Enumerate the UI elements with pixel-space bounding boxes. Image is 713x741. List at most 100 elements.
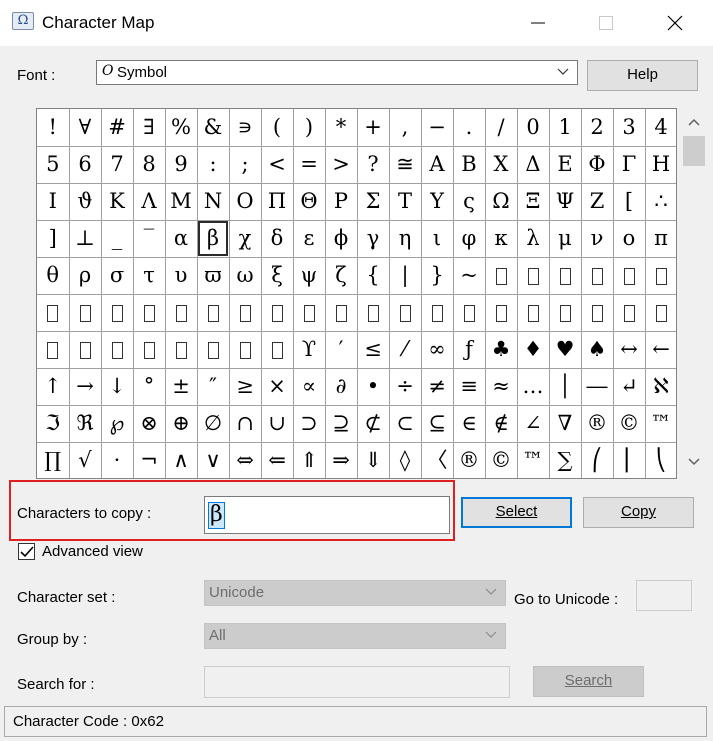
character-cell[interactable]: □ bbox=[612, 256, 646, 295]
character-cell[interactable]: ♣ bbox=[484, 330, 518, 369]
character-cell[interactable]: □ bbox=[196, 293, 230, 332]
character-cell[interactable]: ∞ bbox=[420, 330, 454, 369]
advanced-view-label[interactable]: Advanced view bbox=[42, 543, 143, 560]
character-cell[interactable]: ♥ bbox=[548, 330, 582, 369]
character-cell[interactable]: ⊂ bbox=[388, 404, 422, 443]
character-cell[interactable]: α bbox=[164, 219, 198, 258]
character-cell[interactable]: ↑ bbox=[37, 367, 70, 406]
character-cell[interactable]: ⊗ bbox=[132, 404, 166, 443]
character-cell[interactable]: ⇔ bbox=[228, 441, 262, 478]
character-cell[interactable]: ⇒ bbox=[324, 441, 358, 478]
character-cell[interactable]: σ bbox=[100, 256, 134, 295]
character-cell[interactable]: Ι bbox=[37, 182, 70, 221]
character-grid[interactable]: ! ∀ # ∃% & ∍() * +, −./0 1 2 3 4 5 6 7 8 9:; < = >? ≅ Α Β Χ Δ Ε Φ Γ Η… bbox=[36, 108, 677, 479]
title-bar[interactable]: Ω Character Map bbox=[0, 0, 713, 46]
character-cell[interactable]: □ bbox=[100, 330, 134, 369]
character-cell[interactable]: ® bbox=[580, 404, 614, 443]
character-cell[interactable]: √ bbox=[68, 441, 102, 478]
character-cell[interactable]: Α bbox=[420, 145, 454, 184]
character-cell[interactable]: ϕ bbox=[324, 219, 358, 258]
character-cell[interactable]: │ bbox=[548, 367, 582, 406]
character-cell[interactable]: ℵ bbox=[644, 367, 676, 406]
character-cell[interactable]: , bbox=[388, 109, 422, 147]
character-cell[interactable]: ⎝ bbox=[644, 441, 676, 478]
character-cell[interactable]: ⋅ bbox=[100, 441, 134, 478]
character-cell[interactable]: Ω bbox=[484, 182, 518, 221]
character-cell[interactable]: © bbox=[612, 404, 646, 443]
character-cell[interactable]: □ bbox=[228, 330, 262, 369]
character-cell[interactable]: ∩ bbox=[228, 404, 262, 443]
character-cell[interactable]: η bbox=[388, 219, 422, 258]
character-cell[interactable]: → bbox=[68, 367, 102, 406]
character-cell[interactable]: υ bbox=[164, 256, 198, 295]
character-cell[interactable]: ⇑ bbox=[292, 441, 326, 478]
character-cell[interactable]: □ bbox=[388, 293, 422, 332]
grid-scrollbar[interactable] bbox=[678, 108, 710, 479]
character-cell[interactable]: ϑ bbox=[68, 182, 102, 221]
character-cell[interactable]: □ bbox=[132, 293, 166, 332]
copy-button[interactable]: Copy bbox=[583, 497, 694, 528]
character-cell[interactable]: ϒ bbox=[292, 330, 326, 369]
character-cell[interactable]: ∏ bbox=[37, 441, 70, 478]
character-cell[interactable]: ∨ bbox=[196, 441, 230, 478]
character-cell[interactable]: ω bbox=[228, 256, 262, 295]
character-cell[interactable]: ∍ bbox=[228, 109, 262, 147]
character-cell[interactable]: ? bbox=[356, 145, 390, 184]
character-cell[interactable]: ™ bbox=[644, 404, 676, 443]
character-cell[interactable]: ∧ bbox=[164, 441, 198, 478]
character-cell[interactable]: 4 bbox=[644, 109, 676, 147]
character-cell[interactable]: ν bbox=[580, 219, 614, 258]
character-cell[interactable]: □ bbox=[452, 293, 486, 332]
character-cell[interactable]: □ bbox=[612, 293, 646, 332]
character-cell[interactable]: ⊆ bbox=[420, 404, 454, 443]
character-cell[interactable]: □ bbox=[228, 293, 262, 332]
character-cell[interactable]: ≅ bbox=[388, 145, 422, 184]
character-cell[interactable]: ℑ bbox=[37, 404, 70, 443]
character-cell[interactable]: □ bbox=[548, 293, 582, 332]
character-cell[interactable]: γ bbox=[356, 219, 390, 258]
character-cell[interactable]: … bbox=[516, 367, 550, 406]
character-cell[interactable]: 1 bbox=[548, 109, 582, 147]
character-cell[interactable]: □ bbox=[100, 293, 134, 332]
character-cell[interactable]: ¬ bbox=[132, 441, 166, 478]
character-cell[interactable]: ο bbox=[612, 219, 646, 258]
character-cell[interactable]: ± bbox=[164, 367, 198, 406]
character-cell[interactable]: 7 bbox=[100, 145, 134, 184]
character-cell[interactable]: ⎛ bbox=[580, 441, 614, 478]
character-cell[interactable]: 0 bbox=[516, 109, 550, 147]
character-cell[interactable]: ↵ bbox=[612, 367, 646, 406]
character-cell[interactable]: ⊄ bbox=[356, 404, 390, 443]
character-cell[interactable]: ≤ bbox=[356, 330, 390, 369]
character-cell[interactable]: ∇ bbox=[548, 404, 582, 443]
character-cell[interactable]: ♦ bbox=[516, 330, 550, 369]
character-cell[interactable]: 5 bbox=[37, 145, 70, 184]
character-cell[interactable]: □ bbox=[37, 330, 70, 369]
character-cell[interactable]: ― bbox=[580, 367, 614, 406]
character-cell[interactable]: < bbox=[260, 145, 294, 184]
character-cell[interactable]: ≥ bbox=[228, 367, 262, 406]
character-cell[interactable]: ( bbox=[260, 109, 294, 147]
character-cell[interactable]: ⊥ bbox=[68, 219, 102, 258]
character-cell[interactable]: ↔ bbox=[612, 330, 646, 369]
font-dropdown[interactable]: O Symbol bbox=[96, 60, 578, 85]
character-cell[interactable]: • bbox=[356, 367, 390, 406]
characters-to-copy-input[interactable]: β bbox=[204, 496, 450, 534]
character-cell[interactable]: □ bbox=[132, 330, 166, 369]
character-cell[interactable]: ϖ bbox=[196, 256, 230, 295]
character-cell[interactable]: ζ bbox=[324, 256, 358, 295]
character-cell[interactable]: ⊃ bbox=[292, 404, 326, 443]
character-cell[interactable]: ∝ bbox=[292, 367, 326, 406]
character-cell[interactable]: ÷ bbox=[388, 367, 422, 406]
minimize-button[interactable] bbox=[515, 0, 561, 46]
character-cell[interactable]: 2 bbox=[580, 109, 614, 147]
character-cell[interactable]: □ bbox=[516, 293, 550, 332]
character-cell[interactable]: ι bbox=[420, 219, 454, 258]
character-cell[interactable]: ∠ bbox=[516, 404, 550, 443]
character-cell[interactable]: 3 bbox=[612, 109, 646, 147]
character-cell[interactable]: ≈ bbox=[484, 367, 518, 406]
character-cell[interactable]: ) bbox=[292, 109, 326, 147]
character-cell[interactable]: ∃ bbox=[132, 109, 166, 147]
character-cell[interactable]: θ bbox=[37, 256, 70, 295]
character-cell[interactable]: ∈ bbox=[452, 404, 486, 443]
character-cell[interactable]: □ bbox=[37, 293, 70, 332]
